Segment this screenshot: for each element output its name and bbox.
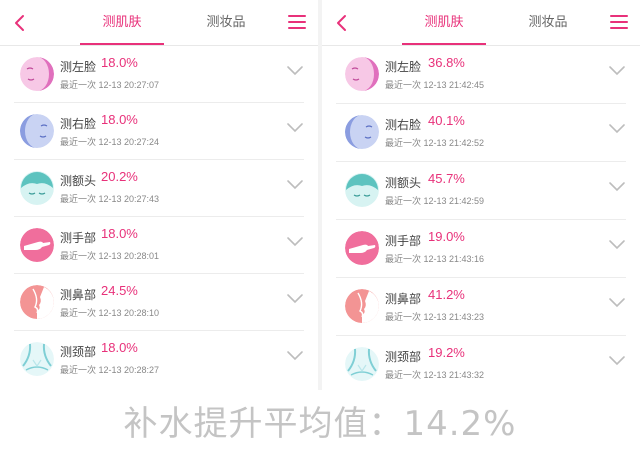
hamburger-menu-icon[interactable] bbox=[288, 15, 306, 30]
chevron-down-icon[interactable] bbox=[608, 238, 626, 252]
item-value: 36.8% bbox=[428, 55, 465, 70]
chevron-down-icon[interactable] bbox=[286, 292, 304, 306]
chevron-down-icon[interactable] bbox=[286, 349, 304, 363]
neck-icon bbox=[345, 347, 379, 381]
item-time: 最近一次 12-13 21:42:59 bbox=[385, 196, 485, 206]
item-value: 18.0% bbox=[101, 112, 138, 127]
back-arrow-icon[interactable] bbox=[332, 13, 352, 33]
nose-icon bbox=[20, 285, 54, 319]
tab-skin-test[interactable]: 测肌肤 bbox=[80, 0, 164, 45]
item-name: 测手部 bbox=[60, 231, 97, 245]
chevron-down-icon[interactable] bbox=[608, 122, 626, 136]
item-name: 测颈部 bbox=[60, 345, 97, 359]
list-item[interactable]: 测手部 18.0% 最近一次 12-13 20:28:01 bbox=[14, 217, 304, 274]
tab-cosmetics-test[interactable]: 测妆品 bbox=[190, 0, 262, 45]
list-item[interactable]: 测左脸 18.0% 最近一次 12-13 20:27:07 bbox=[14, 46, 304, 103]
item-time: 最近一次 12-13 20:27:24 bbox=[60, 137, 160, 147]
list-item[interactable]: 测颈部 18.0% 最近一次 12-13 20:28:27 bbox=[14, 331, 304, 388]
list-item[interactable]: 测左脸 36.8% 最近一次 12-13 21:42:45 bbox=[336, 46, 626, 104]
item-value: 20.2% bbox=[101, 169, 138, 184]
left-face-icon bbox=[20, 57, 54, 91]
right-face-icon bbox=[20, 114, 54, 148]
back-arrow-icon[interactable] bbox=[10, 13, 30, 33]
chevron-down-icon[interactable] bbox=[286, 64, 304, 78]
average-improvement-caption: 补水提升平均值：14.2% bbox=[123, 404, 517, 444]
item-value: 18.0% bbox=[101, 226, 138, 241]
item-name: 测颈部 bbox=[385, 350, 422, 364]
forehead-icon bbox=[345, 173, 379, 207]
item-time: 最近一次 12-13 21:42:45 bbox=[385, 80, 485, 90]
header: 测肌肤 测妆品 bbox=[322, 0, 640, 46]
item-name: 测左脸 bbox=[60, 60, 97, 74]
tab-cosmetics-test[interactable]: 测妆品 bbox=[512, 0, 584, 45]
chevron-down-icon[interactable] bbox=[286, 121, 304, 135]
item-value: 19.0% bbox=[428, 229, 465, 244]
list-item[interactable]: 测额头 20.2% 最近一次 12-13 20:27:43 bbox=[14, 160, 304, 217]
hamburger-menu-icon[interactable] bbox=[610, 15, 628, 30]
chevron-down-icon[interactable] bbox=[608, 296, 626, 310]
item-time: 最近一次 12-13 21:43:32 bbox=[385, 370, 485, 380]
item-time: 最近一次 12-13 21:43:23 bbox=[385, 312, 485, 322]
chevron-down-icon[interactable] bbox=[608, 180, 626, 194]
item-name: 测额头 bbox=[385, 176, 422, 190]
item-name: 测额头 bbox=[60, 174, 97, 188]
item-value: 45.7% bbox=[428, 171, 465, 186]
chevron-down-icon[interactable] bbox=[286, 178, 304, 192]
measurement-list: 测左脸 18.0% 最近一次 12-13 20:27:07 测右脸 18.0% … bbox=[0, 46, 318, 388]
item-time: 最近一次 12-13 20:28:27 bbox=[60, 365, 160, 375]
list-item[interactable]: 测颈部 19.2% 最近一次 12-13 21:43:32 bbox=[336, 336, 626, 394]
chevron-down-icon[interactable] bbox=[608, 64, 626, 78]
item-name: 测手部 bbox=[385, 234, 422, 248]
neck-icon bbox=[20, 342, 54, 376]
list-item[interactable]: 测手部 19.0% 最近一次 12-13 21:43:16 bbox=[336, 220, 626, 278]
header: 测肌肤 测妆品 bbox=[0, 0, 318, 46]
item-value: 24.5% bbox=[101, 283, 138, 298]
item-value: 40.1% bbox=[428, 113, 465, 128]
chevron-down-icon[interactable] bbox=[608, 354, 626, 368]
item-value: 18.0% bbox=[101, 340, 138, 355]
item-time: 最近一次 12-13 20:27:43 bbox=[60, 194, 160, 204]
item-time: 最近一次 12-13 20:28:10 bbox=[60, 308, 160, 318]
list-item[interactable]: 测右脸 18.0% 最近一次 12-13 20:27:24 bbox=[14, 103, 304, 160]
hand-icon bbox=[20, 228, 54, 262]
list-item[interactable]: 测右脸 40.1% 最近一次 12-13 21:42:52 bbox=[336, 104, 626, 162]
item-time: 最近一次 12-13 21:43:16 bbox=[385, 254, 485, 264]
item-value: 19.2% bbox=[428, 345, 465, 360]
item-name: 测鼻部 bbox=[385, 292, 422, 306]
list-item[interactable]: 测额头 45.7% 最近一次 12-13 21:42:59 bbox=[336, 162, 626, 220]
list-item[interactable]: 测鼻部 24.5% 最近一次 12-13 20:28:10 bbox=[14, 274, 304, 331]
item-name: 测左脸 bbox=[385, 60, 422, 74]
item-time: 最近一次 12-13 20:27:07 bbox=[60, 80, 160, 90]
chevron-down-icon[interactable] bbox=[286, 235, 304, 249]
item-name: 测右脸 bbox=[385, 118, 422, 132]
item-name: 测右脸 bbox=[60, 117, 97, 131]
item-value: 18.0% bbox=[101, 55, 138, 70]
nose-icon bbox=[345, 289, 379, 323]
tab-skin-test[interactable]: 测肌肤 bbox=[402, 0, 486, 45]
item-time: 最近一次 12-13 21:42:52 bbox=[385, 138, 485, 148]
hand-icon bbox=[345, 231, 379, 265]
measurement-list: 测左脸 36.8% 最近一次 12-13 21:42:45 测右脸 40.1% … bbox=[322, 46, 640, 394]
right-face-icon bbox=[345, 115, 379, 149]
item-name: 测鼻部 bbox=[60, 288, 97, 302]
item-time: 最近一次 12-13 20:28:01 bbox=[60, 251, 160, 261]
item-value: 41.2% bbox=[428, 287, 465, 302]
left-face-icon bbox=[345, 57, 379, 91]
forehead-icon bbox=[20, 171, 54, 205]
left-screen: 测肌肤 测妆品 测左脸 18.0% 最近一次 12-13 20:27:07 测右… bbox=[0, 0, 318, 390]
list-item[interactable]: 测鼻部 41.2% 最近一次 12-13 21:43:23 bbox=[336, 278, 626, 336]
right-screen: 测肌肤 测妆品 测左脸 36.8% 最近一次 12-13 21:42:45 测右… bbox=[322, 0, 640, 390]
